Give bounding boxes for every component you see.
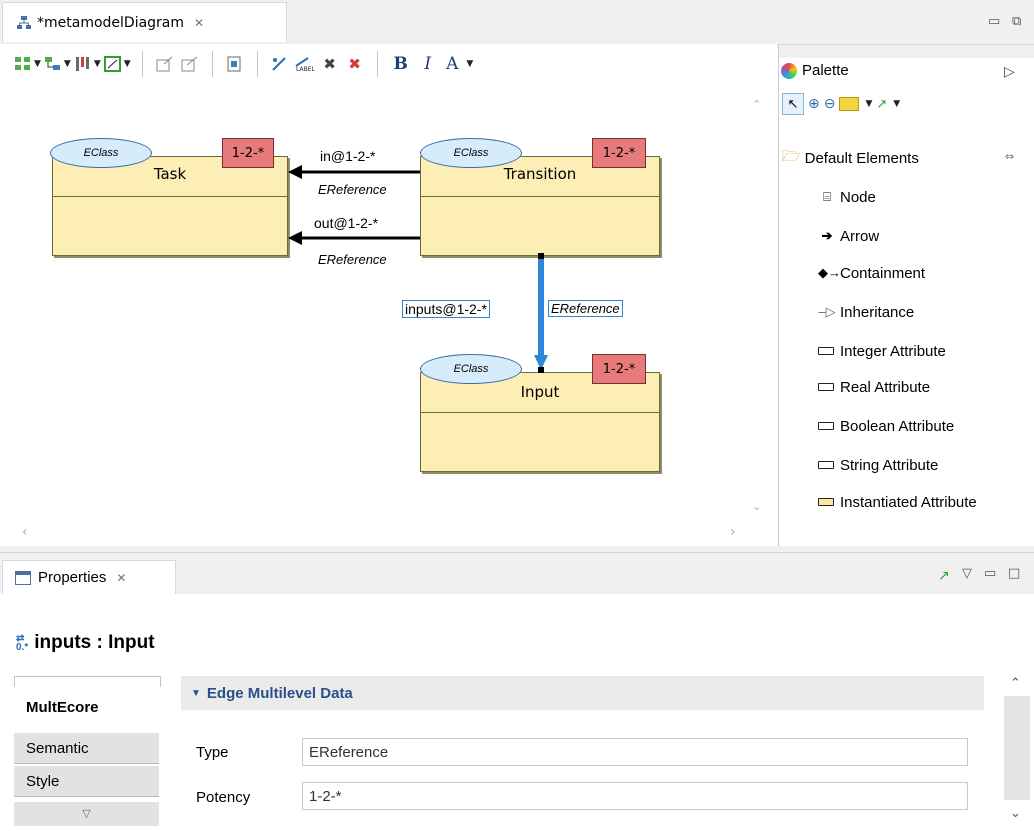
attribute-icon	[818, 498, 834, 506]
edge-type-label[interactable]: EReference	[318, 252, 387, 267]
palette-item-arrow[interactable]: ➔ Arrow	[818, 225, 880, 247]
palette-group[interactable]: 🗁 Default Elements	[782, 146, 919, 171]
minimize-icon[interactable]: ▭	[984, 566, 996, 581]
palette-item-label: Arrow	[840, 227, 880, 245]
edge-label[interactable]: out@1-2-*	[314, 215, 378, 231]
palette-tools: ↖ ⊕ ⊖ ▼ ↗ ▼	[782, 93, 900, 115]
note-icon[interactable]	[839, 97, 860, 111]
maximize-icon[interactable]: □	[1008, 566, 1020, 581]
selection-title-text: inputs : Input	[34, 632, 155, 653]
edge-multiplicity-icon: ⇄ 0.*	[16, 633, 29, 653]
properties-tab[interactable]: Properties ✕	[2, 560, 176, 594]
palette-item-integer-attribute[interactable]: Integer Attribute	[818, 340, 946, 362]
minimize-icon[interactable]: ▭	[988, 14, 1000, 29]
palette-item-label: Integer Attribute	[840, 342, 946, 360]
arrow-icon: ➔	[821, 228, 833, 243]
more-tabs-icon[interactable]: ▽	[14, 802, 159, 826]
collapse-palette-icon[interactable]: ▷	[1004, 64, 1015, 80]
zoom-out-icon[interactable]: ⊖	[824, 96, 836, 112]
side-tab-style[interactable]: Style	[14, 766, 159, 797]
palette-icon	[781, 62, 797, 79]
section-collapse-icon: ▼	[191, 687, 201, 699]
attribute-icon	[818, 461, 834, 469]
field-label: Potency	[196, 789, 251, 806]
type-field[interactable]: EReference	[302, 738, 968, 766]
inheritance-icon: –▷	[818, 304, 836, 319]
edge-type-label[interactable]: EReference	[318, 182, 387, 197]
potency-field[interactable]: 1-2-*	[302, 782, 968, 810]
pin-properties-icon[interactable]: ↗	[938, 568, 950, 584]
folder-icon: 🗁	[782, 148, 801, 165]
properties-icon	[15, 570, 31, 585]
view-menu-icon[interactable]: ▽	[962, 566, 972, 581]
edge-in-arrow	[288, 165, 420, 179]
potency-field-value: 1-2-*	[309, 787, 342, 805]
selection-title: ⇄ 0.* inputs : Input	[16, 632, 155, 654]
edge-type-label[interactable]: EReference	[548, 300, 623, 317]
select-tool-icon[interactable]: ↖	[782, 93, 804, 115]
scroll-down-icon[interactable]: ⌄	[1010, 806, 1021, 821]
palette-item-instantiated-attribute[interactable]: Instantiated Attribute	[818, 491, 977, 513]
edge-inputs-arrow	[534, 253, 548, 373]
palette-header: Palette	[781, 62, 849, 79]
palette-item-label: Containment	[840, 264, 926, 282]
field-label: Type	[196, 744, 229, 761]
edge-label[interactable]: inputs@1-2-*	[402, 300, 490, 318]
edge-out-arrow	[288, 231, 420, 245]
palette-item-real-attribute[interactable]: Real Attribute	[818, 376, 930, 398]
palette-item-label: Inheritance	[840, 303, 915, 321]
close-icon[interactable]: ✕	[116, 571, 126, 585]
palette-item-label: String Attribute	[840, 456, 939, 474]
expand-group-icon[interactable]: ⇔	[1005, 150, 1014, 163]
containment-icon: ◆→	[818, 265, 841, 280]
edge-label[interactable]: in@1-2-*	[320, 148, 375, 164]
note-attachment-icon[interactable]: ↗	[876, 97, 887, 112]
palette-item-boolean-attribute[interactable]: Boolean Attribute	[818, 415, 954, 437]
side-tab-semantic[interactable]: Semantic	[14, 733, 159, 764]
diagram-edges	[288, 165, 548, 373]
palette-item-node[interactable]: ⌸ Node	[818, 186, 876, 208]
side-tab-label: MultEcore	[26, 699, 99, 716]
side-tab-label: Semantic	[26, 739, 89, 757]
palette-title: Palette	[802, 62, 849, 79]
type-field-value: EReference	[309, 743, 389, 761]
palette-item-label: Instantiated Attribute	[840, 493, 977, 511]
section-title: Edge Multilevel Data	[206, 684, 353, 702]
attribute-icon	[818, 383, 834, 391]
palette-item-string-attribute[interactable]: String Attribute	[818, 454, 938, 476]
properties-scrollbar[interactable]	[1004, 696, 1030, 800]
palette-item-label: Real Attribute	[840, 378, 931, 396]
palette-item-label: Node	[840, 188, 876, 206]
scroll-up-icon[interactable]: ⌃	[1010, 676, 1021, 691]
attribute-icon	[818, 422, 834, 430]
side-tab-gap	[14, 676, 161, 687]
restore-icon[interactable]: ⧉	[1012, 14, 1021, 29]
side-tab-label: Style	[26, 772, 60, 790]
side-tab-multecore[interactable]: MultEcore	[14, 692, 159, 723]
palette-item-label: Boolean Attribute	[840, 417, 955, 435]
properties-tab-title: Properties	[38, 569, 107, 586]
palette-group-label: Default Elements	[804, 150, 919, 167]
palette-item-inheritance[interactable]: –▷ Inheritance	[818, 301, 914, 323]
zoom-in-icon[interactable]: ⊕	[808, 96, 820, 112]
attribute-icon	[818, 347, 834, 355]
section-header[interactable]: ▼ Edge Multilevel Data	[181, 676, 984, 710]
palette-item-containment[interactable]: ◆→ Containment	[818, 262, 925, 284]
node-icon: ⌸	[823, 189, 831, 204]
